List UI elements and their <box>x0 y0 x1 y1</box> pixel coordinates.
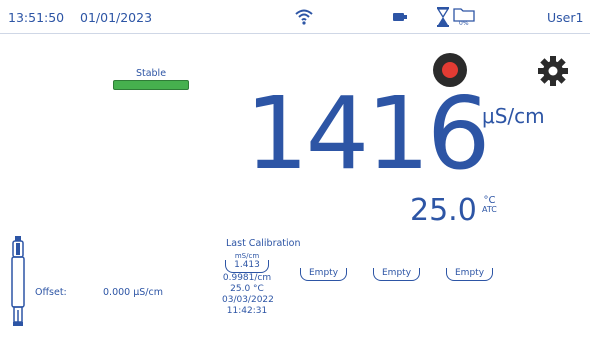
status-bar: 13:51:50 01/01/2023 0% User1 <box>0 0 590 34</box>
hourglass-icon <box>437 7 449 27</box>
calibration-slot-3[interactable]: Empty <box>373 260 421 281</box>
clock-time: 13:51:50 <box>8 10 65 25</box>
measurement-unit: μS/cm <box>482 104 545 128</box>
gear-icon[interactable] <box>536 54 570 88</box>
conductivity-probe-icon <box>11 236 25 326</box>
user-name[interactable]: User1 <box>547 10 583 25</box>
empty-slot-label: Empty <box>300 268 348 281</box>
calibration-point-unit: mS/cm <box>234 252 260 260</box>
empty-slot-label: Empty <box>373 268 421 281</box>
temperature-value: 25.0 <box>410 193 477 228</box>
last-calibration-title: Last Calibration <box>226 238 301 249</box>
temperature-unit: °C <box>483 195 496 206</box>
temperature-unit-block: °C ATC <box>482 195 497 215</box>
offset-label: Offset: <box>35 287 67 298</box>
calibration-slot-2[interactable]: Empty <box>300 260 348 281</box>
cell-constant: 0.9981/cm <box>222 273 272 283</box>
measurement-value: 1416 <box>245 75 490 192</box>
offset-value: 0.000 μS/cm <box>103 287 163 298</box>
storage-percent: 0% <box>459 20 469 27</box>
calibration-slot-4[interactable]: Empty <box>446 260 494 281</box>
battery-icon <box>393 13 407 21</box>
calibration-point-value: 1.413 <box>225 260 269 273</box>
wifi-icon <box>295 9 313 25</box>
stable-label: Stable <box>135 68 167 79</box>
calibration-time: 11:42:31 <box>226 306 268 316</box>
temperature-mode: ATC <box>482 205 497 214</box>
stable-bar <box>113 80 189 90</box>
current-date: 01/01/2023 <box>80 10 153 25</box>
calibration-temperature: 25.0 °C <box>230 284 264 294</box>
calibration-point-1[interactable]: mS/cm 1.413 0.9981/cm 25.0 °C 03/03/2022… <box>222 252 274 317</box>
empty-slot-label: Empty <box>446 268 494 281</box>
storage-indicator: 0% <box>453 6 475 30</box>
calibration-date: 03/03/2022 <box>222 295 274 305</box>
stability-indicator: Stable <box>113 68 189 90</box>
